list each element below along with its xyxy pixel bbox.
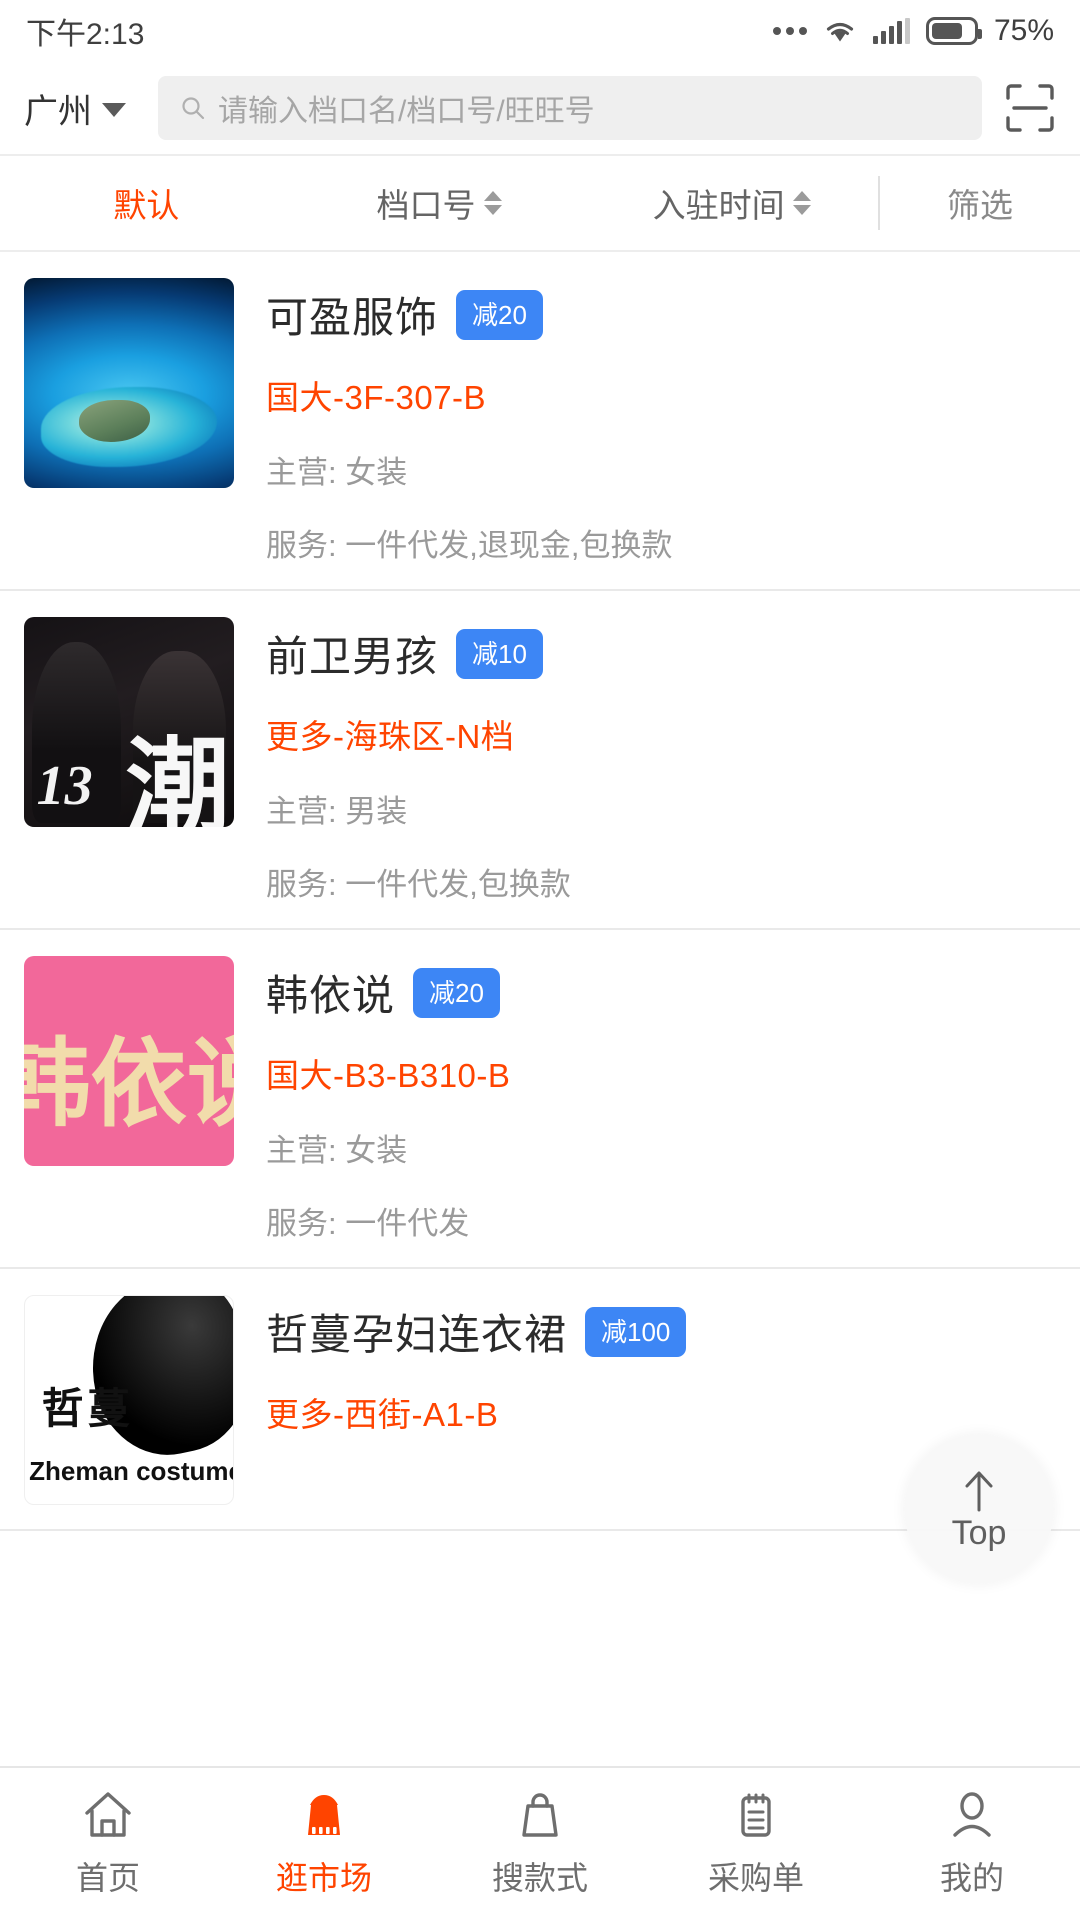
status-bar: 下午2:13 75% <box>0 0 1080 62</box>
shop-info: 可盈服饰 减20 国大-3F-307-B 主营: 女装 服务: 一件代发,退现金… <box>234 278 1056 565</box>
scroll-to-top-label: Top <box>952 1516 1007 1550</box>
shop-name: 韩依说 <box>266 962 395 1023</box>
home-icon <box>80 1789 136 1841</box>
shop-thumbnail-text: 哲蔓 <box>42 1375 134 1436</box>
filter-tab-default[interactable]: 默认 <box>0 156 293 250</box>
filter-tab-default-label: 默认 <box>113 179 179 227</box>
shop-icon <box>296 1789 352 1841</box>
nav-item-styles[interactable]: 搜款式 <box>432 1789 648 1899</box>
shop-thumbnail-text: 韩依说 <box>24 1006 234 1145</box>
clipboard-icon <box>728 1789 784 1841</box>
chevron-down-icon <box>102 103 126 117</box>
shop-list-item[interactable]: 可盈服饰 减20 国大-3F-307-B 主营: 女装 服务: 一件代发,退现金… <box>0 252 1080 591</box>
search-header: 广州 请输入档口名/档口号/旺旺号 <box>0 62 1080 154</box>
nav-item-purchase-order[interactable]: 采购单 <box>648 1789 864 1899</box>
scroll-to-top-button[interactable]: Top <box>904 1434 1054 1584</box>
nav-item-market[interactable]: 逛市场 <box>216 1789 432 1899</box>
shop-name: 前卫男孩 <box>266 623 438 684</box>
shop-main-category: 主营: 男装 <box>266 786 1056 831</box>
filter-tab-join-time-label: 入驻时间 <box>653 179 785 227</box>
city-selector[interactable]: 广州 <box>24 84 132 133</box>
shop-thumbnail-text: Zheman costume <box>29 1456 234 1487</box>
shop-name-row: 哲蔓孕妇连衣裙 减100 <box>266 1301 1056 1362</box>
bag-icon <box>512 1789 568 1841</box>
shop-thumbnail-text: 13 <box>37 758 93 814</box>
arrow-up-icon <box>959 1468 999 1512</box>
filter-bar: 默认 档口号 入驻时间 筛选 <box>0 154 1080 252</box>
nav-item-market-label: 逛市场 <box>276 1853 372 1899</box>
shop-thumbnail[interactable]: 韩依说 <box>24 956 234 1166</box>
search-icon <box>180 95 206 121</box>
status-time: 下午2:13 <box>26 9 144 53</box>
shop-thumbnail[interactable] <box>24 278 234 488</box>
filter-tab-stall-number-label: 档口号 <box>377 179 476 227</box>
nav-item-profile[interactable]: 我的 <box>864 1789 1080 1899</box>
shop-name: 可盈服饰 <box>266 284 438 345</box>
shop-name-row: 韩依说 减20 <box>266 962 1056 1023</box>
person-icon <box>944 1789 1000 1841</box>
nav-item-profile-label: 我的 <box>940 1853 1004 1899</box>
status-icons: 75% <box>773 14 1054 48</box>
shop-service: 服务: 一件代发,包换款 <box>266 859 1056 904</box>
battery-icon <box>926 17 978 45</box>
shop-info: 韩依说 减20 国大-B3-B310-B 主营: 女装 服务: 一件代发 <box>234 956 1056 1243</box>
shop-thumbnail[interactable]: 哲蔓 Zheman costume <box>24 1295 234 1505</box>
discount-badge: 减100 <box>585 1307 686 1357</box>
shop-stall-code: 更多-海珠区-N档 <box>266 710 1056 758</box>
nav-item-styles-label: 搜款式 <box>492 1853 588 1899</box>
battery-percent: 75% <box>994 14 1054 48</box>
shop-thumbnail[interactable]: 13 潮 <box>24 617 234 827</box>
shop-name-row: 前卫男孩 减10 <box>266 623 1056 684</box>
bottom-nav: 首页 逛市场 搜款式 <box>0 1766 1080 1920</box>
shop-list: 可盈服饰 减20 国大-3F-307-B 主营: 女装 服务: 一件代发,退现金… <box>0 252 1080 1531</box>
filter-tab-join-time[interactable]: 入驻时间 <box>585 156 878 250</box>
shop-stall-code: 国大-B3-B310-B <box>266 1049 1056 1097</box>
wifi-icon <box>823 18 857 44</box>
discount-badge: 减10 <box>456 629 543 679</box>
search-placeholder: 请输入档口名/档口号/旺旺号 <box>218 86 595 130</box>
sort-arrows-icon <box>793 191 811 215</box>
discount-badge: 减20 <box>456 290 543 340</box>
shop-name: 哲蔓孕妇连衣裙 <box>266 1301 567 1362</box>
shop-name-row: 可盈服饰 减20 <box>266 284 1056 345</box>
shop-list-item[interactable]: 韩依说 韩依说 减20 国大-B3-B310-B 主营: 女装 服务: 一件代发 <box>0 930 1080 1269</box>
shop-main-category: 主营: 女装 <box>266 1125 1056 1170</box>
filter-button[interactable]: 筛选 <box>880 156 1080 250</box>
nav-item-home[interactable]: 首页 <box>0 1789 216 1899</box>
city-label: 广州 <box>24 84 92 133</box>
nav-item-home-label: 首页 <box>76 1853 140 1899</box>
more-dots-icon <box>773 27 807 35</box>
sort-arrows-icon <box>484 191 502 215</box>
nav-item-purchase-order-label: 采购单 <box>708 1853 804 1899</box>
filter-button-label: 筛选 <box>947 179 1013 227</box>
shop-thumbnail-text: 潮 <box>126 736 230 827</box>
shop-main-category: 主营: 女装 <box>266 447 1056 492</box>
filter-tab-stall-number[interactable]: 档口号 <box>293 156 586 250</box>
discount-badge: 减20 <box>413 968 500 1018</box>
search-input[interactable]: 请输入档口名/档口号/旺旺号 <box>158 76 982 140</box>
shop-service: 服务: 一件代发,退现金,包换款 <box>266 520 1056 565</box>
cellular-signal-icon <box>873 18 910 44</box>
scan-icon[interactable] <box>1004 82 1056 134</box>
shop-stall-code: 更多-西街-A1-B <box>266 1388 1056 1436</box>
shop-info: 前卫男孩 减10 更多-海珠区-N档 主营: 男装 服务: 一件代发,包换款 <box>234 617 1056 904</box>
shop-list-item[interactable]: 13 潮 前卫男孩 减10 更多-海珠区-N档 主营: 男装 服务: 一件代发,… <box>0 591 1080 930</box>
shop-stall-code: 国大-3F-307-B <box>266 371 1056 419</box>
shop-service: 服务: 一件代发 <box>266 1198 1056 1243</box>
